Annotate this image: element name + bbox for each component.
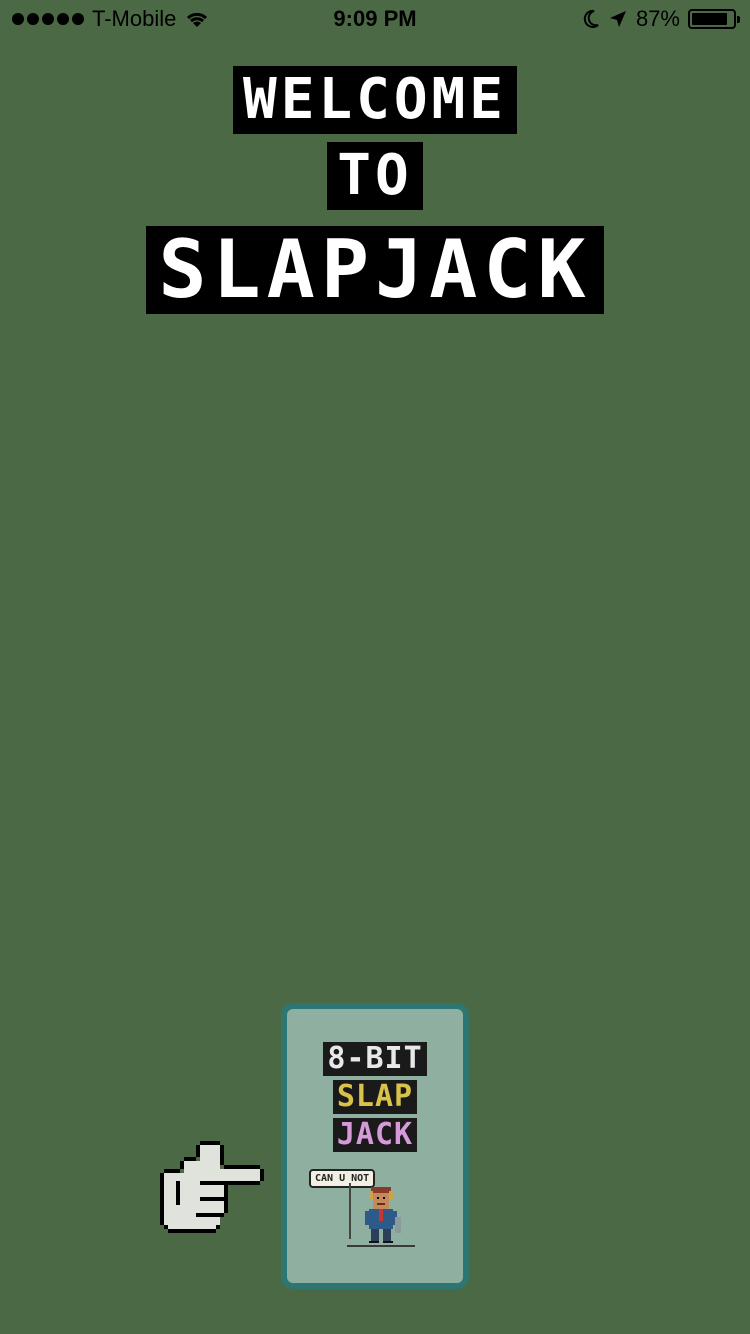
title-line-to: TO: [0, 142, 750, 210]
card-logo-line-slap: SLAP: [287, 1080, 463, 1114]
game-screen: T-Mobile 9:09 PM 87% WELCOME TO SLAPJACK…: [0, 0, 750, 1334]
battery-fill: [692, 13, 727, 25]
pointing-hand-icon: [160, 1141, 264, 1233]
card-logo-8bit-text: 8-BIT: [323, 1042, 427, 1076]
pixel-character-icon: [347, 1183, 415, 1247]
card-logo-line-jack: JACK: [287, 1118, 463, 1152]
status-right: 87%: [582, 6, 740, 32]
battery-percent: 87%: [635, 6, 680, 31]
card-logo-line-8bit: 8-BIT: [287, 1042, 463, 1076]
title-line-welcome: WELCOME: [0, 66, 750, 134]
location-arrow-icon: [609, 11, 626, 27]
title-to-text: TO: [327, 142, 423, 210]
card-logo-jack-text: JACK: [332, 1118, 418, 1152]
moon-icon: [583, 9, 599, 28]
title-line-slapjack: SLAPJACK: [0, 226, 750, 314]
title-welcome-text: WELCOME: [232, 66, 517, 134]
title-slapjack-text: SLAPJACK: [146, 226, 604, 314]
card-logo-slap-text: SLAP: [332, 1080, 418, 1114]
battery-icon: [688, 9, 740, 29]
status-bar: T-Mobile 9:09 PM 87%: [0, 0, 750, 40]
slapjack-card[interactable]: 8-BIT SLAP JACK CAN U NOT: [281, 1003, 469, 1289]
